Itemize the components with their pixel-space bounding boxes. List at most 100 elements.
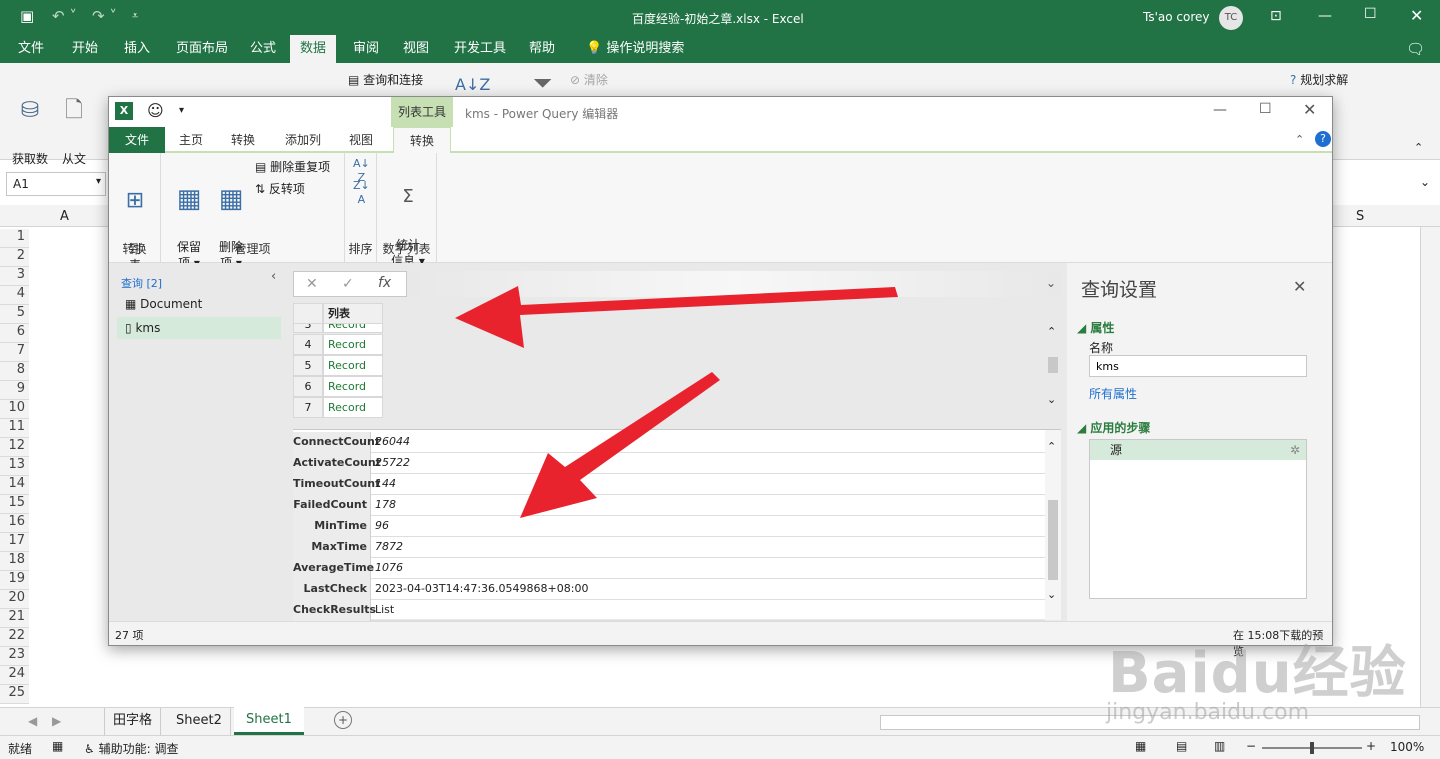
row-header[interactable]: 20 <box>0 590 29 609</box>
column-header-s[interactable]: S <box>1356 209 1364 224</box>
prev-sheet-icon[interactable]: ◀ <box>28 714 37 728</box>
step-settings-gear-icon[interactable]: ✲ <box>1290 440 1300 460</box>
scroll-up-icon[interactable]: ⌃ <box>1047 325 1056 338</box>
tab-page-layout[interactable]: 页面布局 <box>166 35 238 63</box>
row-header[interactable]: 16 <box>0 514 29 533</box>
tab-review[interactable]: 审阅 <box>343 35 389 63</box>
step-source[interactable]: 源 ✲ <box>1090 440 1306 460</box>
scroll-down-icon[interactable]: ⌄ <box>1047 393 1056 406</box>
sort-az-icon[interactable]: A↓Z <box>455 75 490 94</box>
comments-icon[interactable]: 🗨 <box>1406 40 1425 58</box>
commit-formula-icon[interactable]: ✓ <box>342 276 354 292</box>
row-header[interactable]: 22 <box>0 628 29 647</box>
column-header-a[interactable]: A <box>60 209 69 224</box>
zoom-out-icon[interactable]: − <box>1246 739 1256 753</box>
row-header[interactable]: 12 <box>0 438 29 457</box>
row-header[interactable]: 15 <box>0 495 29 514</box>
ribbon-display-icon[interactable]: ⊡ <box>1270 8 1282 24</box>
help-icon[interactable]: ? <box>1315 131 1331 147</box>
tab-home[interactable]: 开始 <box>62 35 108 63</box>
add-sheet-icon[interactable]: + <box>334 711 352 729</box>
solver-button[interactable]: ? 规划求解 <box>1290 71 1348 88</box>
pq-maximize-icon[interactable]: ☐ <box>1259 101 1272 117</box>
list-scrollbar[interactable]: ⌃ ⌄ <box>1045 323 1061 415</box>
row-header[interactable]: 14 <box>0 476 29 495</box>
row-header[interactable]: 21 <box>0 609 29 628</box>
pq-tab-list-transform[interactable]: 转换 <box>393 127 451 153</box>
row-header[interactable]: 8 <box>0 362 29 381</box>
sort-descending-icon[interactable]: Z↓ A <box>353 179 370 207</box>
expand-formula-chevron-icon[interactable]: ⌄ <box>1046 276 1056 290</box>
avatar[interactable]: TC <box>1219 6 1243 30</box>
list-column-header[interactable]: 列表 <box>323 303 383 324</box>
formula-input[interactable] <box>406 271 1062 297</box>
row-header[interactable]: 23 <box>0 647 29 666</box>
query-item-document[interactable]: ▦ Document <box>117 293 281 315</box>
page-break-icon[interactable]: ▥ <box>1214 739 1225 753</box>
maximize-icon[interactable]: ☐ <box>1364 6 1377 22</box>
row-header[interactable]: 25 <box>0 685 29 704</box>
clear-filter-button[interactable]: ⊘ 清除 <box>570 71 608 88</box>
row-header[interactable]: 13 <box>0 457 29 476</box>
list-record-link[interactable]: Record <box>323 323 383 333</box>
page-layout-icon[interactable]: ▤ <box>1176 739 1187 753</box>
pq-tab-transform[interactable]: 转换 <box>219 127 267 153</box>
pq-tab-file[interactable]: 文件 <box>109 127 166 153</box>
filter-icon[interactable]: ⏷ <box>533 69 552 97</box>
list-record-link[interactable]: Record <box>323 334 383 355</box>
pq-collapse-ribbon-icon[interactable]: ⌃ <box>1295 133 1304 146</box>
row-header[interactable]: 1 <box>0 229 29 248</box>
row-header[interactable]: 10 <box>0 400 29 419</box>
queries-connections-button[interactable]: ▤ 查询和连接 <box>348 71 423 88</box>
list-record-link[interactable]: Record <box>323 355 383 376</box>
next-sheet-icon[interactable]: ▶ <box>52 714 61 728</box>
qat-dropdown-icon[interactable]: ▾ <box>179 105 184 116</box>
accessibility-status[interactable]: ♿ 辅助功能: 调查 <box>84 740 178 757</box>
row-header[interactable]: 5 <box>0 305 29 324</box>
record-scroll-thumb[interactable] <box>1048 500 1058 580</box>
record-scroll-down-icon[interactable]: ⌄ <box>1047 588 1056 601</box>
tab-view[interactable]: 视图 <box>393 35 439 63</box>
zoom-thumb[interactable] <box>1310 742 1314 754</box>
row-header[interactable]: 17 <box>0 533 29 552</box>
vertical-scrollbar[interactable] <box>1420 227 1440 707</box>
close-icon[interactable]: ✕ <box>1410 6 1423 25</box>
sheet-tab-sheet1[interactable]: Sheet1 <box>234 707 304 735</box>
row-header[interactable]: 6 <box>0 324 29 343</box>
record-scroll-up-icon[interactable]: ⌃ <box>1047 440 1056 453</box>
minimize-icon[interactable]: — <box>1318 8 1332 24</box>
zoom-level[interactable]: 100% <box>1390 740 1424 754</box>
tab-data[interactable]: 数据 <box>290 35 337 63</box>
sheet-tab-sheet2[interactable]: Sheet2 <box>168 708 231 735</box>
collapse-queries-icon[interactable]: ‹ <box>271 269 276 284</box>
undo-icon[interactable]: ↶ ˅ <box>52 7 77 25</box>
tell-me-search[interactable]: 💡 操作说明搜索 <box>576 35 694 63</box>
pq-tab-home[interactable]: 主页 <box>167 127 215 153</box>
collapse-ribbon-icon[interactable]: ⌃ <box>1414 141 1423 154</box>
query-item-kms[interactable]: ▯ kms <box>117 317 281 339</box>
pq-minimize-icon[interactable]: — <box>1213 102 1227 118</box>
reverse-items-button[interactable]: ⇅ 反转项 <box>255 181 305 197</box>
row-header[interactable]: 2 <box>0 248 29 267</box>
tab-developer[interactable]: 开发工具 <box>444 35 516 63</box>
row-header[interactable]: 9 <box>0 381 29 400</box>
record-scrollbar[interactable]: ⌃ ⌄ <box>1045 430 1061 620</box>
all-properties-link[interactable]: 所有属性 <box>1089 385 1137 402</box>
row-header[interactable]: 3 <box>0 267 29 286</box>
tab-insert[interactable]: 插入 <box>114 35 160 63</box>
query-name-field[interactable] <box>1089 355 1307 377</box>
cancel-formula-icon[interactable]: ✕ <box>306 276 318 292</box>
tab-help[interactable]: 帮助 <box>519 35 565 63</box>
redo-icon[interactable]: ↷ ˅ <box>92 7 117 25</box>
pq-tab-view[interactable]: 视图 <box>337 127 385 153</box>
remove-duplicates-button[interactable]: ▤ 删除重复项 <box>255 159 330 175</box>
row-header[interactable]: 4 <box>0 286 29 305</box>
pq-tab-add-column[interactable]: 添加列 <box>273 127 333 153</box>
zoom-in-icon[interactable]: + <box>1366 739 1376 753</box>
tab-file[interactable]: 文件 <box>8 35 54 63</box>
pq-close-icon[interactable]: ✕ <box>1303 100 1316 119</box>
name-box[interactable]: A1 ▾ <box>6 172 106 196</box>
user-name[interactable]: Ts'ao corey <box>1143 10 1210 24</box>
record-field-value[interactable]: List <box>375 600 394 620</box>
row-header[interactable]: 19 <box>0 571 29 590</box>
